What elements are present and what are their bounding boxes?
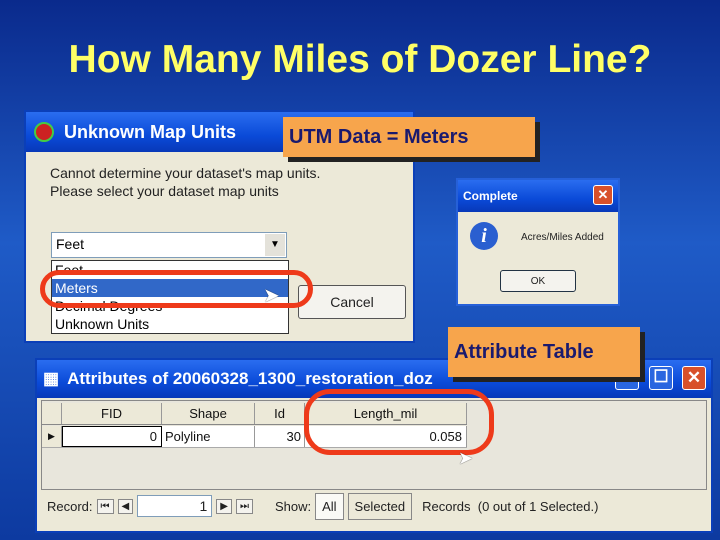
previous-record-icon[interactable]: ◀ <box>117 498 134 514</box>
table-icon: ▦ <box>43 369 60 388</box>
chevron-down-icon[interactable]: ▼ <box>265 234 285 256</box>
ok-button[interactable]: OK <box>500 270 576 292</box>
first-record-icon[interactable]: ⏮ <box>96 498 114 514</box>
attributes-title: Attributes of 20060328_1300_restoration_… <box>67 369 433 388</box>
cell-id[interactable]: 30 <box>255 426 305 447</box>
record-input[interactable]: 1 <box>137 495 213 517</box>
mouse-cursor-icon: ➤ <box>458 448 474 468</box>
complete-title: Complete <box>463 189 518 203</box>
show-selected-button[interactable]: Selected <box>347 492 413 520</box>
complete-message: Acres/Miles Added <box>521 232 604 243</box>
show-label: Show: <box>274 498 312 514</box>
column-header-shape[interactable]: Shape <box>162 403 255 424</box>
last-record-icon[interactable]: ⏭ <box>235 498 253 514</box>
message-line-1: Cannot determine your dataset's map unit… <box>50 165 321 181</box>
mouse-cursor-icon: ➤ <box>263 285 280 307</box>
app-icon <box>34 122 54 142</box>
column-header-fid[interactable]: FID <box>62 403 162 424</box>
column-header-id[interactable]: Id <box>255 403 305 424</box>
records-status: Records (0 out of 1 Selected.) <box>422 498 599 514</box>
next-record-icon[interactable]: ▶ <box>216 498 232 514</box>
attribute-table-callout: Attribute Table <box>448 327 640 377</box>
units-select[interactable]: Feet ▼ <box>51 232 287 258</box>
cancel-button[interactable]: Cancel <box>298 285 406 319</box>
close-icon[interactable]: ✕ <box>593 185 613 205</box>
complete-title-bar: Complete ✕ <box>458 180 618 212</box>
close-icon[interactable]: ✕ <box>682 366 706 390</box>
record-navigator: Record: ⏮ ◀ 1 ▶ ⏭ Show: All Selected Rec… <box>47 492 598 520</box>
highlight-ring-length <box>304 389 494 455</box>
info-icon: i <box>470 222 498 250</box>
dialog-title: Unknown Map Units <box>64 121 236 142</box>
maximize-icon[interactable]: ☐ <box>649 366 673 390</box>
message-line-2: Please select your dataset map units <box>50 183 279 199</box>
option-unknown-units[interactable]: Unknown Units <box>52 315 288 333</box>
row-selector-icon[interactable]: ▶ <box>42 426 62 447</box>
show-all-button[interactable]: All <box>315 492 344 520</box>
complete-dialog: Complete ✕ i Acres/Miles Added OK <box>456 178 620 306</box>
cell-shape[interactable]: Polyline <box>162 426 255 447</box>
slide-title: How Many Miles of Dozer Line? <box>68 38 652 81</box>
selected-unit: Feet <box>56 236 85 252</box>
utm-callout: UTM Data = Meters <box>283 117 535 157</box>
record-label: Record: <box>47 498 93 514</box>
cell-fid[interactable]: 0 <box>62 426 162 447</box>
